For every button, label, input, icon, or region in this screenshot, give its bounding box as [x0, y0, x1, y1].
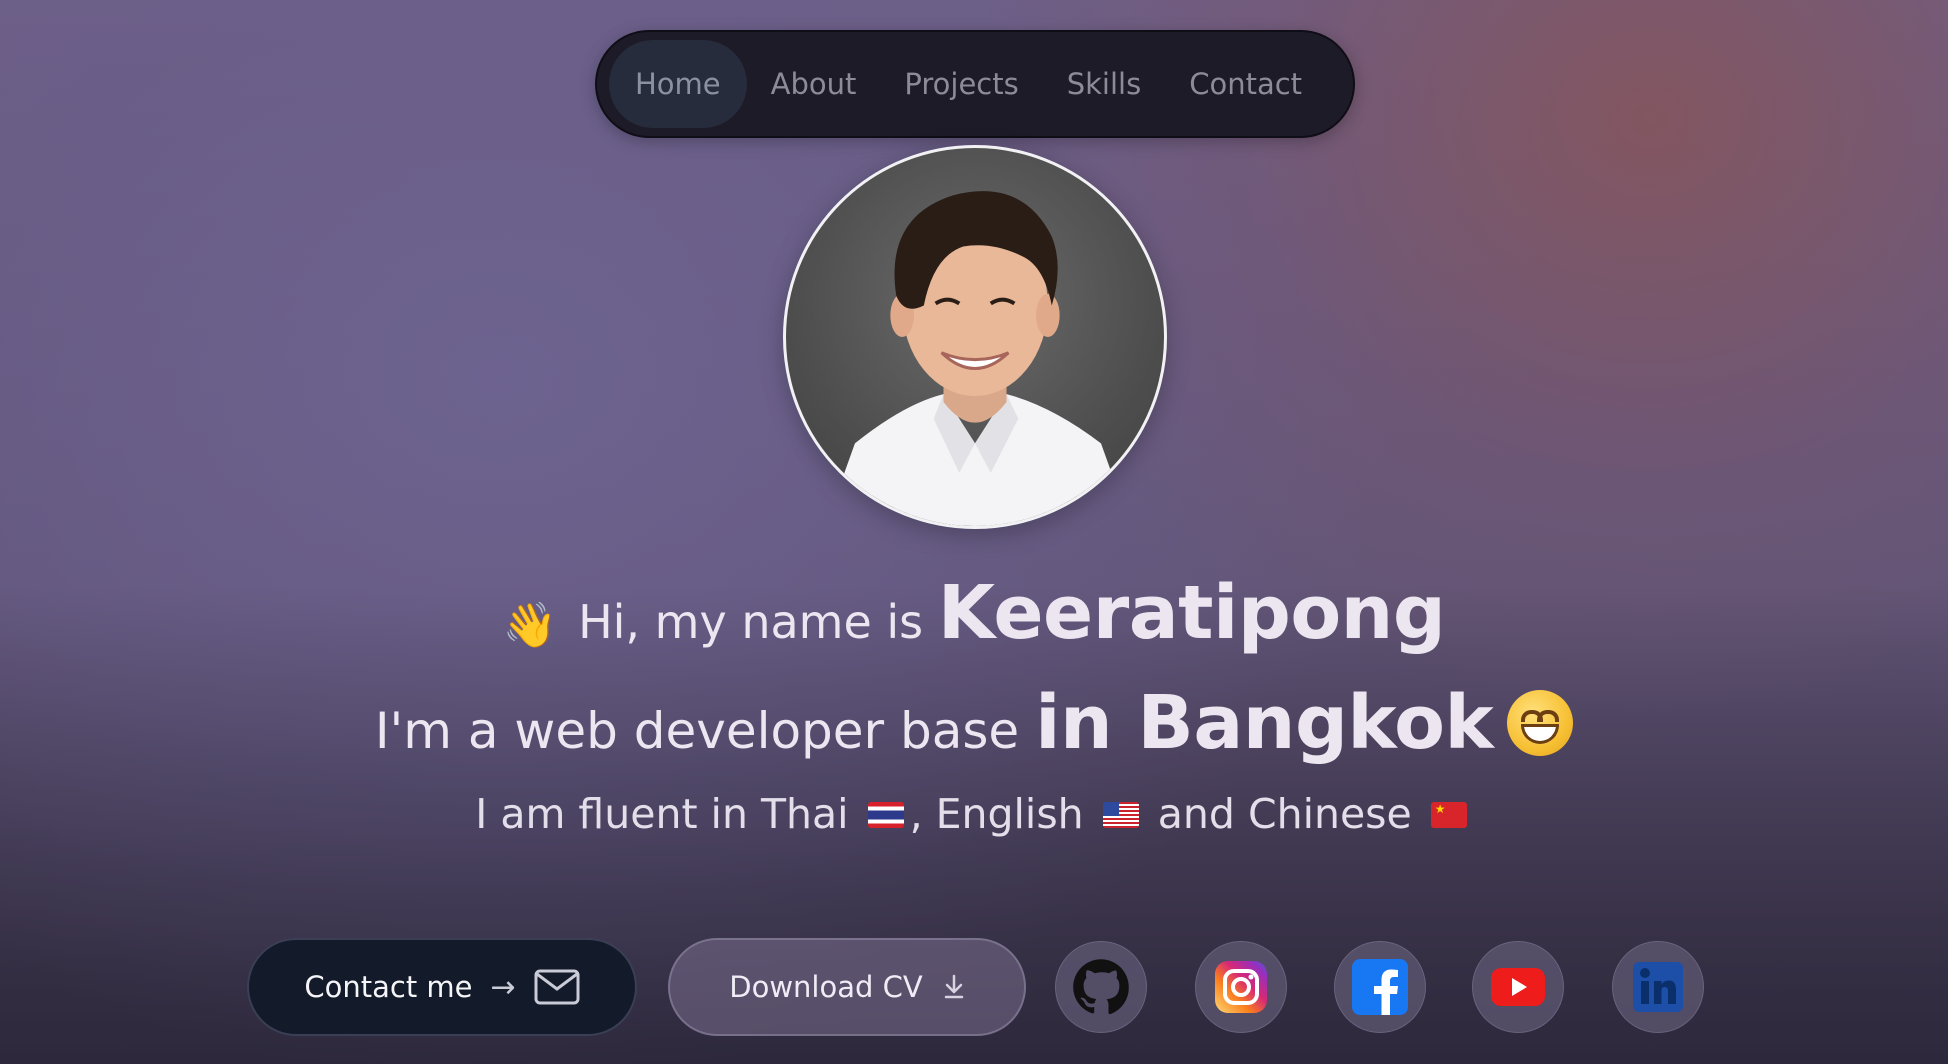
download-cv-button[interactable]: Download CV — [668, 938, 1026, 1036]
youtube-link[interactable] — [1472, 941, 1564, 1033]
us-flag-icon — [1102, 802, 1139, 828]
nav-projects[interactable]: Projects — [880, 40, 1042, 128]
hero-languages-line: I am fluent in Thai , English and Chines… — [0, 790, 1948, 838]
china-flag-icon — [1430, 802, 1467, 828]
hero-name: Keeratipong — [937, 570, 1446, 656]
youtube-icon — [1491, 968, 1545, 1006]
instagram-icon — [1215, 961, 1267, 1013]
nav-about[interactable]: About — [747, 40, 881, 128]
nav-home[interactable]: Home — [609, 40, 747, 128]
mail-icon — [534, 969, 580, 1005]
github-link[interactable] — [1055, 941, 1147, 1033]
hero-greeting: Hi, my name is — [578, 595, 924, 649]
hero-role: I'm a web developer base — [374, 702, 1020, 760]
facebook-icon — [1352, 959, 1408, 1015]
download-icon — [944, 974, 963, 999]
arrow-right-icon: → — [490, 969, 516, 1005]
contact-me-label: Contact me — [304, 970, 473, 1004]
avatar — [783, 145, 1167, 529]
thailand-flag-icon — [867, 802, 904, 828]
main-nav: Home About Projects Skills Contact — [595, 30, 1355, 138]
waving-hand-icon: 👋 — [502, 600, 558, 651]
github-icon — [1073, 959, 1129, 1015]
facebook-link[interactable] — [1334, 941, 1426, 1033]
languages-text-2: , English — [909, 790, 1084, 838]
nav-contact[interactable]: Contact — [1165, 40, 1326, 128]
linkedin-icon — [1633, 962, 1683, 1012]
instagram-link[interactable] — [1195, 941, 1287, 1033]
portrait-photo-icon — [825, 191, 1131, 526]
contact-me-button[interactable]: Contact me → — [247, 938, 637, 1036]
hero-role-line: I'm a web developer base in Bangkok — [0, 680, 1948, 766]
hero-name-line: 👋 Hi, my name is Keeratipong — [0, 570, 1948, 656]
languages-text-1: I am fluent in Thai — [475, 790, 849, 838]
languages-text-3: and Chinese — [1157, 790, 1412, 838]
nav-skills[interactable]: Skills — [1043, 40, 1165, 128]
linkedin-link[interactable] — [1612, 941, 1704, 1033]
download-cv-label: Download CV — [729, 970, 923, 1004]
hero-city: in Bangkok — [1035, 680, 1494, 766]
grinning-face-icon — [1507, 690, 1574, 756]
